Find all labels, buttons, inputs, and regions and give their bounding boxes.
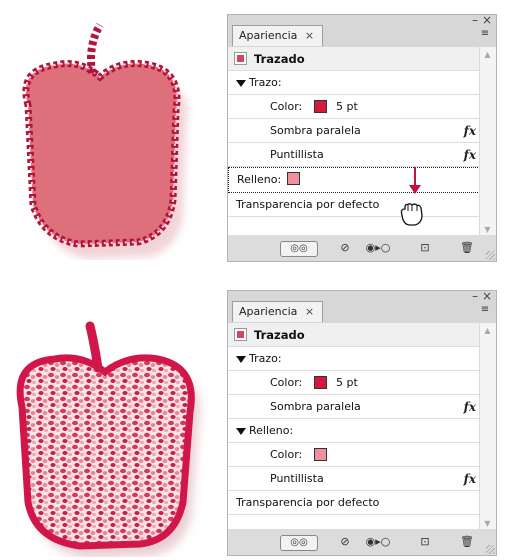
stroke-section-label: Trazo: (249, 76, 282, 89)
disclosure-triangle-icon[interactable] (236, 427, 246, 435)
tab-label: Apariencia (239, 29, 298, 42)
clear-appearance-icon[interactable]: ⊘ (338, 240, 352, 256)
appearance-header-row[interactable]: Trazado (228, 47, 480, 71)
fx-icon[interactable]: fx (464, 395, 476, 419)
stroke-color-swatch[interactable] (314, 376, 327, 389)
transparency-label[interactable]: Transparencia por defecto (236, 193, 379, 217)
effect-label[interactable]: Puntillista (270, 467, 324, 491)
appearance-panel-bottom: Apariencia × – × ≡ Trazado Trazo: Color:… (227, 289, 497, 556)
stroke-color-row[interactable]: Color: 5 pt (228, 371, 480, 395)
tab-close-icon[interactable]: × (305, 305, 314, 318)
effect-row-drop-shadow[interactable]: Sombra paralela fx (228, 395, 480, 419)
panel-header-bar: Apariencia × – × ≡ (228, 289, 496, 323)
fx-icon[interactable]: fx (464, 467, 476, 491)
panel-bottom-bar: ◎◎ ⊘ ◉▸○ ⊡ 🗑 (228, 529, 496, 555)
apple-illustration-fill-effect (16, 321, 200, 557)
fill-section-row[interactable]: Relleno: (228, 419, 480, 443)
tab-apariencia[interactable]: Apariencia × (232, 301, 324, 322)
panel-menu-icon[interactable]: ≡ (477, 303, 493, 316)
fill-section-label: Relleno: (249, 424, 294, 437)
stroke-weight-value[interactable]: 5 pt (336, 371, 358, 395)
object-type-label: Trazado (254, 328, 305, 342)
effect-label[interactable]: Sombra paralela (270, 119, 361, 143)
resize-grip[interactable] (486, 251, 495, 260)
grab-hand-cursor-icon (400, 203, 423, 226)
tab-close-icon[interactable]: × (305, 29, 314, 42)
duplicate-item-icon[interactable]: ⊡ (418, 240, 432, 256)
scroll-up-icon[interactable]: ▲ (482, 325, 493, 336)
apple-illustration-stroke-effect (22, 22, 188, 259)
fx-icon[interactable]: fx (464, 143, 476, 167)
fill-color-label: Color: (270, 448, 303, 461)
fill-row-drag-target[interactable]: Relleno: (228, 167, 496, 193)
resize-grip[interactable] (486, 545, 495, 554)
tab-label: Apariencia (239, 305, 298, 318)
appearance-list: Trazado Trazo: Color: 5 pt Sombra parale… (228, 323, 496, 531)
visibility-toggle-icon[interactable]: ◎◎ (280, 535, 318, 551)
fx-icon[interactable]: fx (464, 119, 476, 143)
appearance-panel-top: Apariencia × – × ≡ Trazado Trazo: Color:… (227, 13, 497, 262)
window-controls[interactable]: – × (472, 289, 492, 303)
appearance-list: Trazado Trazo: Color: 5 pt Sombra parale… (228, 47, 496, 237)
scroll-up-icon[interactable]: ▲ (482, 49, 493, 60)
visibility-toggle-icon[interactable]: ◎◎ (280, 241, 318, 257)
panel-menu-icon[interactable]: ≡ (477, 27, 493, 40)
clear-appearance-icon[interactable]: ⊘ (338, 534, 352, 550)
stroke-color-label: Color: (270, 376, 303, 389)
stroke-section-label: Trazo: (249, 352, 282, 365)
object-type-label: Trazado (254, 52, 305, 66)
stroke-section-row[interactable]: Trazo: (228, 347, 480, 371)
tab-apariencia[interactable]: Apariencia × (232, 25, 324, 46)
fill-effect-row[interactable]: Puntillista fx (228, 467, 480, 491)
effect-row-pointillize[interactable]: Puntillista fx (228, 143, 480, 167)
fill-color-row[interactable]: Color: (228, 443, 480, 467)
transparency-row[interactable]: Transparencia por defecto (228, 491, 480, 515)
transparency-row[interactable]: Transparencia por defecto (228, 193, 480, 217)
fill-color-swatch[interactable] (314, 448, 327, 461)
duplicate-item-icon[interactable]: ⊡ (418, 534, 432, 550)
reduce-to-basic-icon[interactable]: ◉▸○ (363, 534, 393, 550)
trash-icon[interactable]: 🗑 (460, 534, 474, 550)
scrollbar[interactable]: ▲ ▼ (479, 47, 496, 237)
effect-label[interactable]: Sombra paralela (270, 395, 361, 419)
window-controls[interactable]: – × (472, 13, 492, 27)
path-icon (234, 52, 247, 65)
scrollbar[interactable]: ▲ ▼ (479, 323, 496, 531)
stroke-color-label: Color: (270, 100, 303, 113)
fill-color-swatch[interactable] (287, 172, 300, 185)
panel-bottom-bar: ◎◎ ⊘ ◉▸○ ⊡ 🗑 (228, 235, 496, 261)
reduce-to-basic-icon[interactable]: ◉▸○ (363, 240, 393, 256)
fill-label: Relleno: (237, 173, 282, 186)
transparency-label[interactable]: Transparencia por defecto (236, 491, 379, 515)
effect-label[interactable]: Puntillista (270, 143, 324, 167)
stroke-color-swatch[interactable] (314, 100, 327, 113)
panel-header-bar: Apariencia × – × ≡ (228, 13, 496, 47)
disclosure-triangle-icon[interactable] (236, 355, 246, 363)
trash-icon[interactable]: 🗑 (460, 240, 474, 256)
scroll-down-icon[interactable]: ▼ (482, 518, 493, 529)
path-icon (234, 328, 247, 341)
drag-arrow-head-icon (409, 185, 421, 194)
disclosure-triangle-icon[interactable] (236, 79, 246, 87)
appearance-header-row[interactable]: Trazado (228, 323, 480, 347)
stroke-color-row[interactable]: Color: 5 pt (228, 95, 480, 119)
scroll-down-icon[interactable]: ▼ (482, 224, 493, 235)
stroke-weight-value[interactable]: 5 pt (336, 95, 358, 119)
stroke-section-row[interactable]: Trazo: (228, 71, 480, 95)
effect-row-drop-shadow[interactable]: Sombra paralela fx (228, 119, 480, 143)
